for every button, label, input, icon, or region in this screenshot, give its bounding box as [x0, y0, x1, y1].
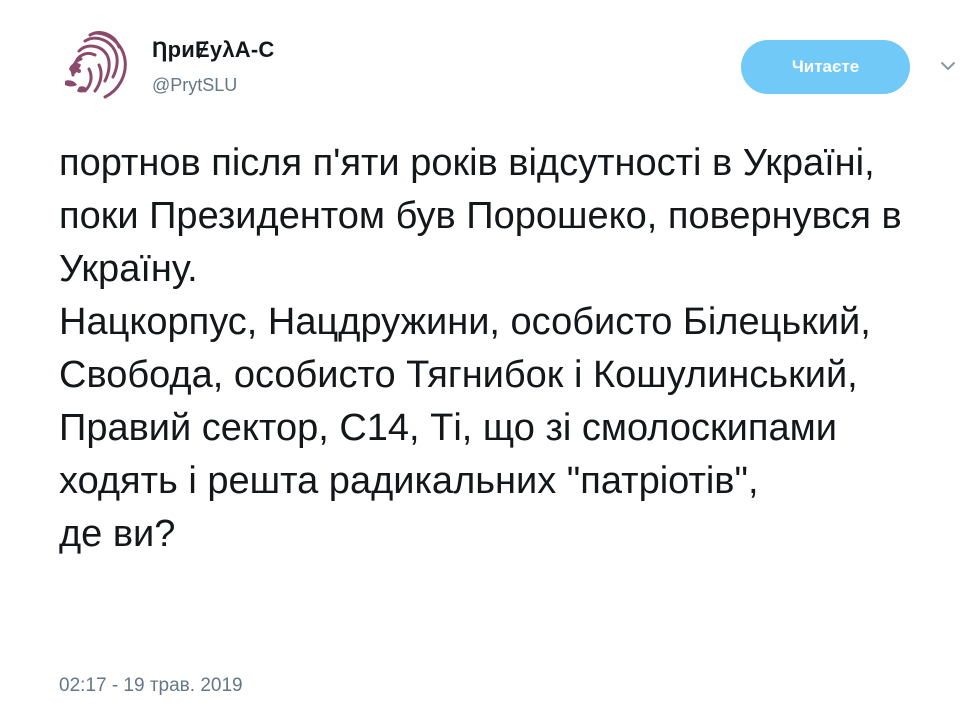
avatar[interactable]	[55, 25, 135, 105]
chevron-down-icon	[941, 62, 955, 70]
display-name[interactable]: ȠриɆуλА-С	[152, 37, 274, 63]
lion-logo-icon	[65, 31, 127, 99]
tweet-menu-button[interactable]	[940, 58, 956, 74]
user-handle[interactable]: @PrytSLU	[152, 75, 237, 96]
tweet-text: портнов після п'яти років відсутності в …	[59, 142, 902, 555]
tweet-timestamp[interactable]: 02:17 - 19 трав. 2019	[59, 675, 243, 697]
following-button-label: Читаєте	[791, 57, 860, 76]
following-button[interactable]: Читаєте	[741, 40, 910, 94]
